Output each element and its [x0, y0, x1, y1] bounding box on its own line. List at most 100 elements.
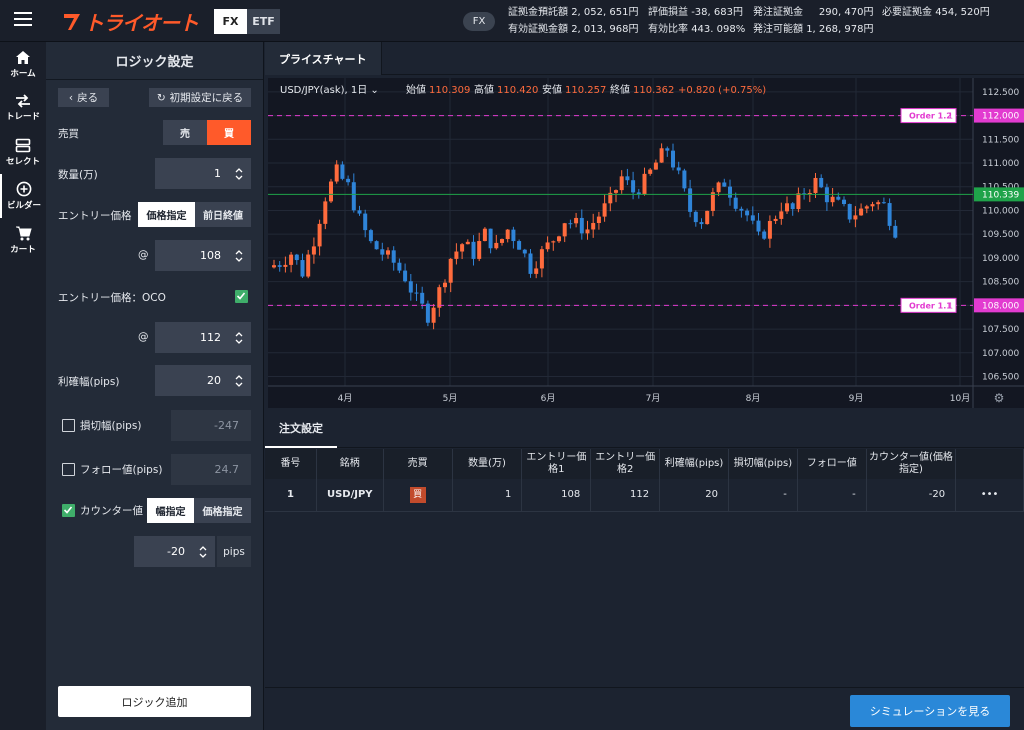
- buy-tag: 買: [409, 486, 426, 503]
- candle: [557, 236, 561, 242]
- counter-checkbox[interactable]: [62, 504, 75, 517]
- candle: [614, 190, 618, 193]
- price-chart[interactable]: 112.500112.000111.500111.000110.500110.0…: [268, 78, 1024, 408]
- effective-ratio-label: 有効比率: [648, 24, 688, 35]
- candle: [881, 202, 886, 204]
- nav-home[interactable]: ホーム: [0, 42, 46, 86]
- orders-cell-10[interactable]: •••: [955, 479, 1024, 512]
- candle: [813, 177, 818, 193]
- mode-switch: FX ETF: [214, 9, 280, 34]
- order-label: Order 1.2: [909, 112, 952, 121]
- sell-button[interactable]: 売: [163, 120, 207, 145]
- qty-stepper[interactable]: 1: [155, 158, 251, 189]
- stepper-arrows-icon[interactable]: [235, 167, 243, 181]
- candlestick-chart[interactable]: 112.500112.000111.500111.000110.500110.0…: [268, 78, 1024, 408]
- candle: [277, 265, 282, 267]
- orders-cell-5: 112: [590, 479, 661, 512]
- candle: [545, 242, 550, 250]
- entry-mode-prev-close[interactable]: 前日終値: [195, 202, 251, 227]
- symbol-label[interactable]: USD/JPY(ask), 1日 ⌄: [280, 85, 379, 96]
- entry-price-stepper[interactable]: 108: [155, 240, 251, 271]
- menu-icon[interactable]: [14, 12, 32, 28]
- chart-tabbar: プライスチャート: [265, 42, 1024, 75]
- counter-mode-width[interactable]: 幅指定: [147, 498, 194, 523]
- last-price-label: 110.339: [982, 190, 1019, 200]
- candle: [790, 203, 795, 210]
- candle: [653, 162, 658, 170]
- candle: [539, 249, 544, 269]
- candle: [705, 210, 710, 225]
- add-logic-button[interactable]: ロジック追加: [58, 686, 251, 717]
- take-profit-label: 利確幅(pips): [58, 376, 120, 388]
- orders-cell-7: -: [728, 479, 798, 512]
- counter-mode-toggle: 幅指定 価格指定: [147, 498, 251, 523]
- trade-icon: [16, 94, 30, 108]
- nav-builder[interactable]: ビルダー: [0, 174, 46, 218]
- follow-checkbox[interactable]: [62, 463, 75, 476]
- logo[interactable]: トライオート: [62, 8, 199, 35]
- simulate-button[interactable]: シミュレーションを見る: [850, 695, 1010, 727]
- counter-value: -20: [167, 545, 185, 558]
- stop-loss-checkbox[interactable]: [62, 419, 75, 432]
- candle: [619, 176, 624, 191]
- candle: [465, 241, 470, 245]
- follow-input[interactable]: 24.7: [171, 454, 251, 485]
- nav-cart[interactable]: カート: [0, 218, 46, 262]
- candle: [659, 148, 664, 163]
- x-tick-label: 9月: [849, 393, 864, 404]
- chevron-left-icon: ‹: [68, 91, 74, 104]
- candle: [272, 265, 276, 268]
- stepper-arrows-icon[interactable]: [235, 249, 243, 263]
- candle: [517, 241, 522, 250]
- mode-fx-button[interactable]: FX: [214, 9, 247, 34]
- reset-defaults-button[interactable]: ↻ 初期設定に戻る: [149, 88, 251, 107]
- candle: [830, 196, 835, 203]
- at-label: @: [138, 331, 149, 343]
- candle: [522, 249, 527, 254]
- gear-icon[interactable]: ⚙: [994, 391, 1005, 405]
- candle: [357, 210, 362, 214]
- candle: [437, 287, 442, 308]
- candle: [602, 203, 607, 217]
- counter-mode-price[interactable]: 価格指定: [194, 498, 251, 523]
- mode-etf-button[interactable]: ETF: [247, 9, 280, 34]
- back-label: 戻る: [77, 92, 99, 104]
- available-amount-label: 発注可能額: [753, 24, 803, 35]
- counter-stepper[interactable]: -20: [134, 536, 215, 567]
- candle: [368, 230, 373, 242]
- entry-mode-price[interactable]: 価格指定: [138, 202, 195, 227]
- candle: [574, 217, 579, 224]
- nav-select[interactable]: セレクト: [0, 130, 46, 174]
- required-margin-label: 必要証拠金: [882, 7, 932, 18]
- x-tick-label: 10月: [950, 393, 970, 404]
- buy-button[interactable]: 買: [207, 120, 251, 145]
- deposit-label: 証拠金預託額: [508, 7, 568, 18]
- y-tick-label: 111.000: [982, 159, 1019, 169]
- stop-loss-input[interactable]: -247: [171, 410, 251, 441]
- oco-checkbox[interactable]: [235, 290, 248, 303]
- order-margin: 発注証拠金 290, 470円: [753, 4, 873, 21]
- builder-icon: [16, 181, 32, 197]
- entry-price-value: 108: [200, 249, 221, 262]
- stepper-arrows-icon[interactable]: [235, 331, 243, 345]
- ohlc-value: 110.420: [497, 85, 538, 96]
- tab-price-chart[interactable]: プライスチャート: [265, 42, 382, 75]
- candle: [756, 220, 761, 232]
- take-profit-stepper[interactable]: 20: [155, 365, 251, 396]
- orders-header-5: エントリー価格2: [590, 449, 661, 479]
- candle: [887, 203, 892, 226]
- candle: [454, 251, 459, 259]
- nav-trade[interactable]: トレード: [0, 86, 46, 130]
- stepper-arrows-icon[interactable]: [199, 545, 207, 559]
- stepper-arrows-icon[interactable]: [235, 374, 243, 388]
- pips-unit: pips: [217, 536, 251, 567]
- counter-label: カウンター値: [80, 505, 143, 517]
- effective-ratio-value: 443. 098%: [691, 24, 746, 35]
- tab-order-settings[interactable]: 注文設定: [265, 410, 337, 448]
- candle: [482, 228, 487, 242]
- oco-price-stepper[interactable]: 112: [155, 322, 251, 353]
- back-button[interactable]: ‹ 戻る: [58, 88, 109, 107]
- candle: [722, 182, 727, 187]
- candle: [306, 254, 311, 277]
- oco-price-value: 112: [200, 331, 221, 344]
